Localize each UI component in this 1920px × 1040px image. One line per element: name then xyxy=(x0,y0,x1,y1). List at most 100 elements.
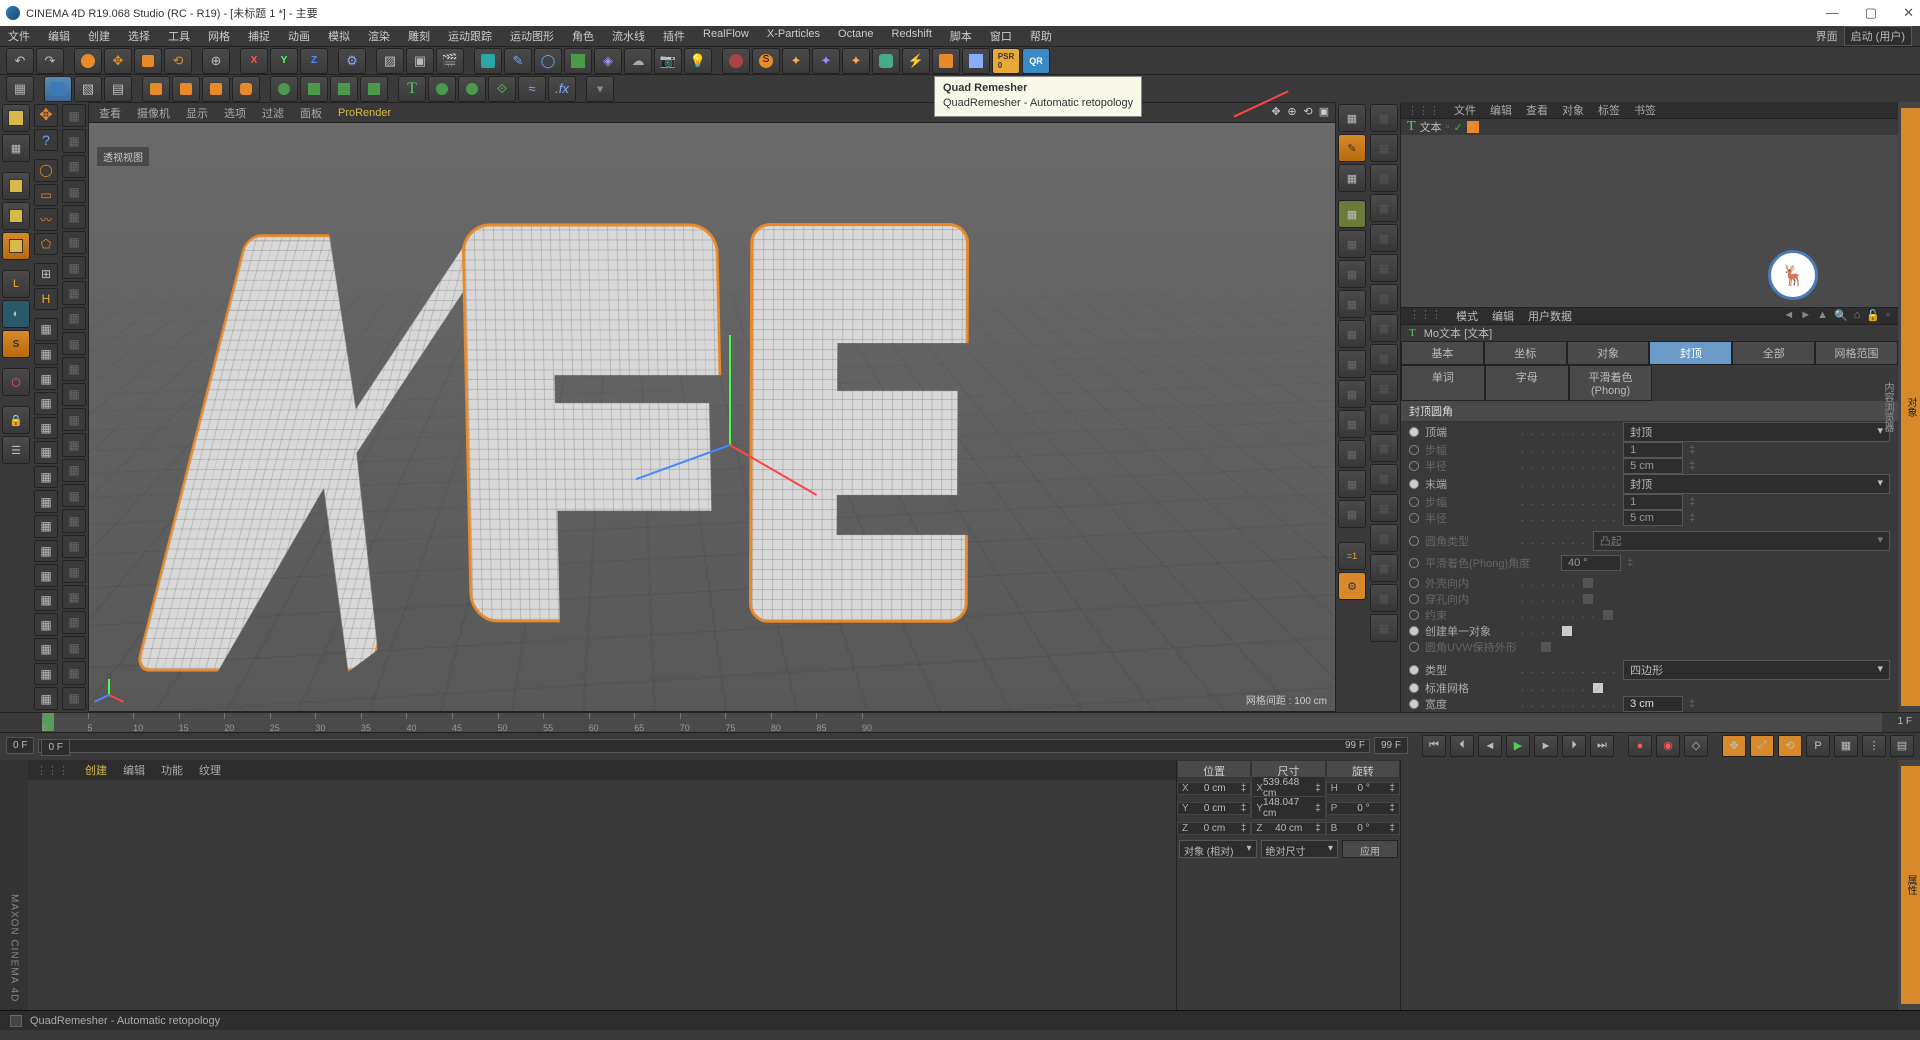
attr-search[interactable]: 🔍 xyxy=(1834,309,1848,322)
make-editable[interactable]: ▦ xyxy=(6,76,34,102)
k2[interactable]: ⤢ xyxy=(1750,735,1774,757)
object-mode[interactable] xyxy=(2,104,30,132)
record-button[interactable]: ● xyxy=(1628,735,1652,757)
cube-primitive[interactable] xyxy=(474,48,502,74)
axis-gizmo[interactable] xyxy=(729,443,731,445)
attr-home[interactable]: ⌂ xyxy=(1854,309,1861,322)
tool-slot-9[interactable]: ▦ xyxy=(34,540,58,563)
light-button[interactable]: 💡 xyxy=(684,48,712,74)
point-mode[interactable] xyxy=(2,172,30,200)
menu-18[interactable]: Octane xyxy=(838,28,873,44)
tool-slot-b9[interactable]: ▦ xyxy=(62,332,86,355)
rt-s4[interactable]: ▦ xyxy=(1338,350,1366,378)
tab-caps[interactable]: 封顶 xyxy=(1649,341,1732,365)
lasso-select[interactable]: 〰 xyxy=(34,208,58,231)
effector-3[interactable]: ⟐ xyxy=(488,76,516,102)
tab-word[interactable]: 单词 xyxy=(1401,365,1485,401)
rt2-s0[interactable]: ▦ xyxy=(1370,104,1398,132)
rt2-s5[interactable]: ▦ xyxy=(1370,254,1398,282)
param-width-value[interactable]: 3 cm xyxy=(1623,696,1683,712)
axis-x-button[interactable]: X xyxy=(240,48,268,74)
snap-3[interactable] xyxy=(202,76,230,102)
vp-nav-2[interactable]: ⊕ xyxy=(1285,105,1299,119)
coord-mode-2[interactable]: 绝对尺寸▾ xyxy=(1261,840,1339,858)
tab-letter[interactable]: 字母 xyxy=(1485,365,1569,401)
rt-s5[interactable]: ▦ xyxy=(1338,380,1366,408)
tool-slot-b18[interactable]: ▦ xyxy=(62,560,86,583)
tool-slot-11[interactable]: ▦ xyxy=(34,589,58,612)
render-settings-button[interactable]: 🎬 xyxy=(436,48,464,74)
menu-19[interactable]: Redshift xyxy=(892,28,932,44)
rt2-s17[interactable]: ▦ xyxy=(1370,614,1398,642)
quad-remesher-button[interactable]: QR xyxy=(1022,48,1050,74)
enable-axis[interactable]: L xyxy=(2,270,30,298)
k1[interactable]: ✥ xyxy=(1722,735,1746,757)
menu-15[interactable]: 插件 xyxy=(663,28,685,44)
end-frame[interactable]: 99 F xyxy=(1374,737,1408,754)
object-name[interactable]: 文本 xyxy=(1420,119,1442,135)
rt-s7[interactable]: ▦ xyxy=(1338,440,1366,468)
param-shellin-check[interactable] xyxy=(1583,578,1593,588)
vp-filter[interactable]: 过滤 xyxy=(262,105,284,121)
tool-slot-b13[interactable]: ▦ xyxy=(62,433,86,456)
tool-slot-b23[interactable]: ▦ xyxy=(62,687,86,710)
plugin-7[interactable]: ⚡ xyxy=(902,48,930,74)
step-fwd[interactable]: ⏵ xyxy=(1562,735,1586,757)
om-edit[interactable]: 编辑 xyxy=(1490,102,1512,118)
tool-slot-b4[interactable]: ▦ xyxy=(62,205,86,228)
tool-slot-14[interactable]: ▦ xyxy=(34,663,58,686)
plugin-9[interactable] xyxy=(962,48,990,74)
tool-slot-1[interactable]: ▦ xyxy=(34,343,58,366)
attr-nav-fwd[interactable]: ► xyxy=(1800,309,1811,322)
rt2-s3[interactable]: ▦ xyxy=(1370,194,1398,222)
attr-nav-back[interactable]: ◄ xyxy=(1783,309,1794,322)
plugin-6[interactable] xyxy=(872,48,900,74)
camera-button[interactable]: 📷 xyxy=(654,48,682,74)
move-icon[interactable]: ✥ xyxy=(34,104,58,127)
menu-20[interactable]: 脚本 xyxy=(950,28,972,44)
tab-basic[interactable]: 基本 xyxy=(1401,341,1484,365)
menu-22[interactable]: 帮助 xyxy=(1030,28,1052,44)
menu-0[interactable]: 文件 xyxy=(8,28,30,44)
param-bottom-value[interactable]: 封顶▾ xyxy=(1623,474,1890,494)
render-view-button[interactable]: ▨ xyxy=(376,48,404,74)
tool-slot-b22[interactable]: ▦ xyxy=(62,661,86,684)
t2[interactable]: H xyxy=(34,288,58,311)
polygon-mode[interactable] xyxy=(2,232,30,260)
vp-nav-4[interactable]: ▣ xyxy=(1317,105,1331,119)
k5[interactable]: ▦ xyxy=(1834,735,1858,757)
rt2-s2[interactable]: ▦ xyxy=(1370,164,1398,192)
snap-4[interactable] xyxy=(232,76,260,102)
rt2-s8[interactable]: ▦ xyxy=(1370,344,1398,372)
menu-3[interactable]: 选择 xyxy=(128,28,150,44)
coord-mode-1[interactable]: 对象 (相对)▾ xyxy=(1179,840,1257,858)
t1[interactable]: ⊞ xyxy=(34,263,58,286)
tool-slot-b1[interactable]: ▦ xyxy=(62,129,86,152)
coord-zp[interactable]: 0 cm xyxy=(1204,823,1226,834)
tool-slot-b20[interactable]: ▦ xyxy=(62,611,86,634)
axis-z-button[interactable]: Z xyxy=(300,48,328,74)
locked[interactable]: 🔒 xyxy=(2,406,30,434)
texture-mode[interactable]: ▧ xyxy=(74,76,102,102)
step-back[interactable]: ⏴ xyxy=(1450,735,1474,757)
coord-zr[interactable]: 0 ° xyxy=(1357,823,1369,834)
range-slider[interactable]: 0 F 99 F xyxy=(38,739,1370,753)
rotate-tool[interactable]: ⟲ xyxy=(164,48,192,74)
rt2-s14[interactable]: ▦ xyxy=(1370,524,1398,552)
workplane-mode[interactable]: ▤ xyxy=(104,76,132,102)
mat-func[interactable]: 功能 xyxy=(161,762,183,778)
tool-slot-0[interactable]: ▦ xyxy=(34,318,58,341)
vp-panel[interactable]: 面板 xyxy=(300,105,322,121)
om-view[interactable]: 查看 xyxy=(1526,102,1548,118)
tool-slot-2[interactable]: ▦ xyxy=(34,367,58,390)
prev-key[interactable]: ◄ xyxy=(1478,735,1502,757)
param-single-check[interactable]: ✓ xyxy=(1562,626,1572,636)
menu-9[interactable]: 渲染 xyxy=(368,28,390,44)
menu-10[interactable]: 雕刻 xyxy=(408,28,430,44)
param-rad2-value[interactable]: 5 cm xyxy=(1623,510,1683,526)
menu-11[interactable]: 运动跟踪 xyxy=(448,28,492,44)
rt2-s12[interactable]: ▦ xyxy=(1370,464,1398,492)
keyframe-opts[interactable]: ◇ xyxy=(1684,735,1708,757)
menu-7[interactable]: 动画 xyxy=(288,28,310,44)
param-step1-value[interactable]: 1 xyxy=(1623,442,1683,458)
